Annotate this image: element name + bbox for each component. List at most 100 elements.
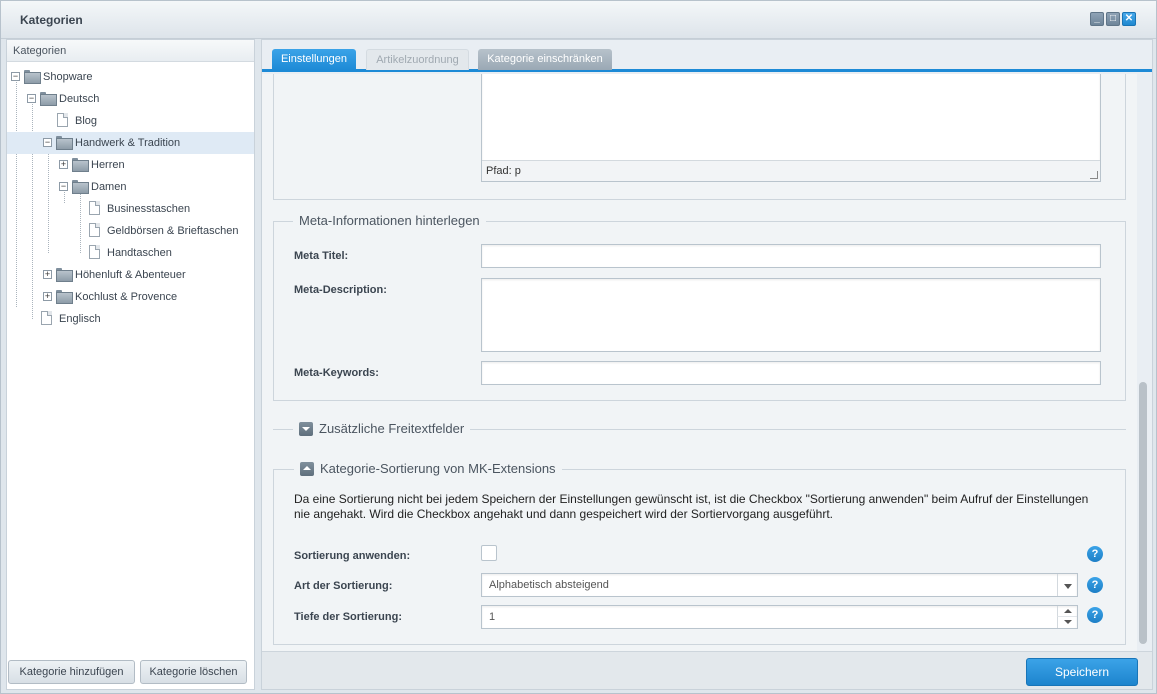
- vertical-scrollbar[interactable]: [1138, 74, 1148, 652]
- sort-depth-stepper[interactable]: 1: [481, 605, 1078, 629]
- expand-toggle-icon[interactable]: [299, 421, 313, 436]
- folder-icon: [56, 268, 73, 282]
- tree-node-label: Höhenluft & Abenteuer: [75, 269, 186, 281]
- window-titlebar[interactable]: Kategorien _ □ ✕: [1, 1, 1156, 39]
- tree-node-herren[interactable]: + Herren: [7, 154, 254, 176]
- tree-node-label: Blog: [75, 115, 98, 127]
- tree-panel-footer: Kategorie hinzufügen Kategorie löschen: [7, 655, 254, 689]
- freetext-legend-wrap[interactable]: Zusätzliche Freitextfelder: [293, 421, 471, 436]
- meta-title-label: Meta Titel:: [294, 250, 349, 262]
- tree-node-label: Shopware: [43, 71, 93, 83]
- expand-icon[interactable]: +: [59, 160, 68, 169]
- sort-depth-value: 1: [489, 611, 496, 623]
- tree-node-deutsch[interactable]: − Deutsch: [7, 88, 254, 110]
- description-fieldset: Pfad: p: [273, 74, 1126, 200]
- tree-node-hoehenluft[interactable]: + Höhenluft & Abenteuer: [7, 264, 254, 286]
- close-icon[interactable]: ✕: [1122, 12, 1136, 26]
- page-icon: [89, 223, 100, 237]
- tree-node-label: Englisch: [59, 313, 101, 325]
- meta-fieldset: Meta-Informationen hinterlegen Meta Tite…: [273, 213, 1126, 401]
- scroll-thumb[interactable]: [1139, 382, 1147, 644]
- tree-node-label: Handwerk & Tradition: [75, 137, 181, 149]
- tree-node-label: Herren: [91, 159, 125, 171]
- tree-node-label: Handtaschen: [107, 247, 172, 259]
- tree-node-label: Damen: [91, 181, 127, 193]
- sorting-legend-wrap[interactable]: Kategorie-Sortierung von MK-Extensions: [294, 461, 562, 476]
- tree-node-handwerk-tradition[interactable]: − Handwerk & Tradition: [7, 132, 254, 154]
- meta-description-input[interactable]: [481, 278, 1101, 352]
- apply-sorting-checkbox[interactable]: [481, 545, 497, 561]
- sort-type-label: Art der Sortierung:: [294, 580, 393, 592]
- editor-status-bar: Pfad: p: [482, 160, 1100, 181]
- tab-kategorie-einschraenken[interactable]: Kategorie einschränken: [478, 49, 612, 70]
- editor-path: Pfad: p: [486, 165, 521, 177]
- page-icon: [89, 201, 100, 215]
- tab-artikelzuordnung: Artikelzuordnung: [366, 49, 469, 70]
- freetext-fieldset: Zusätzliche Freitextfelder: [273, 421, 1126, 436]
- settings-footer: Speichern: [262, 651, 1152, 689]
- settings-form: Pfad: p Meta-Informationen hinterlegen M…: [262, 74, 1137, 652]
- spin-down-icon[interactable]: [1057, 617, 1077, 628]
- window-title: Kategorien: [20, 13, 83, 27]
- add-category-button[interactable]: Kategorie hinzufügen: [8, 660, 135, 684]
- description-editor[interactable]: Pfad: p: [481, 74, 1101, 182]
- tree-node-geldboersen[interactable]: Geldbörsen & Brieftaschen: [7, 220, 254, 242]
- sorting-description: Da eine Sortierung nicht bei jedem Speic…: [294, 492, 1089, 521]
- meta-keywords-label: Meta-Keywords:: [294, 367, 379, 379]
- meta-legend: Meta-Informationen hinterlegen: [293, 213, 486, 228]
- tab-einstellungen[interactable]: Einstellungen: [272, 49, 356, 70]
- collapse-toggle-icon[interactable]: [300, 461, 314, 476]
- page-icon: [89, 245, 100, 259]
- folder-icon: [72, 158, 89, 172]
- categories-window: Kategorien _ □ ✕ Kategorien − Shopware −: [0, 0, 1157, 694]
- expand-icon[interactable]: +: [43, 270, 52, 279]
- tree-panel-header: Kategorien: [7, 40, 254, 62]
- help-icon[interactable]: ?: [1087, 546, 1103, 562]
- category-settings-panel: Einstellungen Artikelzuordnung Kategorie…: [261, 39, 1153, 690]
- delete-category-button[interactable]: Kategorie löschen: [140, 660, 247, 684]
- tree-node-businesstaschen[interactable]: Businesstaschen: [7, 198, 254, 220]
- category-tree-panel: Kategorien − Shopware − Deutsch Blog − H…: [6, 39, 255, 690]
- tree-node-handtaschen[interactable]: Handtaschen: [7, 242, 254, 264]
- tree-node-label: Businesstaschen: [107, 203, 191, 215]
- page-icon: [57, 113, 68, 127]
- tree-node-damen[interactable]: − Damen: [7, 176, 254, 198]
- sort-depth-label: Tiefe der Sortierung:: [294, 611, 402, 623]
- help-icon[interactable]: ?: [1087, 607, 1103, 623]
- minimize-icon[interactable]: _: [1090, 12, 1104, 26]
- tree-node-blog[interactable]: Blog: [7, 110, 254, 132]
- page-icon: [41, 311, 52, 325]
- folder-icon: [72, 180, 89, 194]
- tree-node-label: Deutsch: [59, 93, 100, 105]
- tree-node-label: Geldbörsen & Brieftaschen: [107, 225, 239, 237]
- meta-title-input[interactable]: [481, 244, 1101, 268]
- freetext-legend: Zusätzliche Freitextfelder: [319, 421, 465, 436]
- help-icon[interactable]: ?: [1087, 577, 1103, 593]
- collapse-icon[interactable]: −: [43, 138, 52, 147]
- sort-type-value: Alphabetisch absteigend: [489, 579, 609, 591]
- tree-node-shopware[interactable]: − Shopware: [7, 66, 254, 88]
- tree-node-englisch[interactable]: Englisch: [7, 308, 254, 330]
- sort-type-select[interactable]: Alphabetisch absteigend: [481, 573, 1078, 597]
- apply-sorting-label: Sortierung anwenden:: [294, 550, 411, 562]
- chevron-down-icon[interactable]: [1057, 574, 1077, 596]
- collapse-icon[interactable]: −: [11, 72, 20, 81]
- tree-node-kochlust[interactable]: + Kochlust & Provence: [7, 286, 254, 308]
- meta-keywords-input[interactable]: [481, 361, 1101, 385]
- collapse-icon[interactable]: −: [27, 94, 36, 103]
- maximize-icon[interactable]: □: [1106, 12, 1120, 26]
- folder-icon: [56, 290, 73, 304]
- folder-icon: [56, 136, 73, 150]
- tab-bar: Einstellungen Artikelzuordnung Kategorie…: [262, 40, 1152, 72]
- expand-icon[interactable]: +: [43, 292, 52, 301]
- folder-icon: [24, 70, 41, 84]
- save-button[interactable]: Speichern: [1026, 658, 1138, 686]
- sorting-legend: Kategorie-Sortierung von MK-Extensions: [320, 461, 556, 476]
- tree-node-label: Kochlust & Provence: [75, 291, 178, 303]
- resize-grip-icon[interactable]: [1090, 171, 1098, 179]
- folder-icon: [40, 92, 57, 106]
- meta-description-label: Meta-Description:: [294, 284, 387, 296]
- spin-up-icon[interactable]: [1057, 606, 1077, 617]
- collapse-icon[interactable]: −: [59, 182, 68, 191]
- sorting-fieldset: Kategorie-Sortierung von MK-Extensions D…: [273, 461, 1126, 645]
